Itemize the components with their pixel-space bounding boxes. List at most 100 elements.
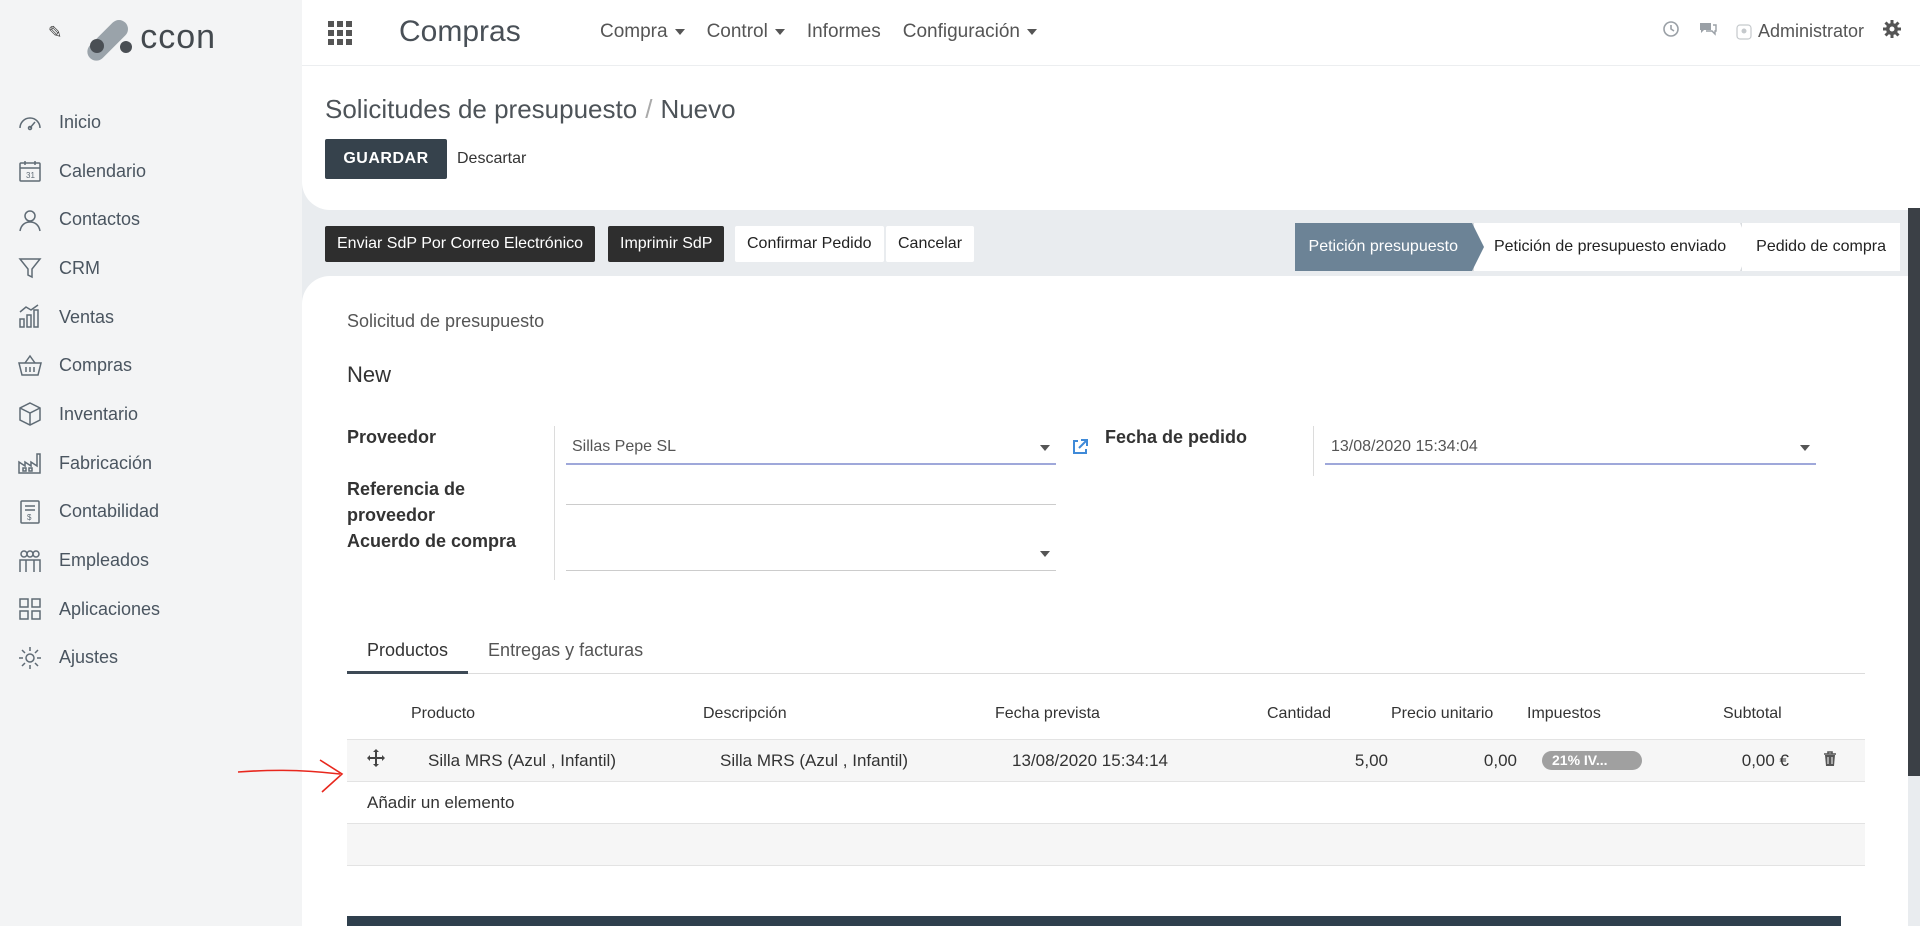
sidebar-item-label: Compras: [59, 355, 133, 376]
user-icon: [16, 206, 44, 234]
label-fecha: Fecha de pedido: [1105, 427, 1248, 447]
col-cantidad[interactable]: Cantidad: [1267, 705, 1331, 723]
sidebar-item-calendario[interactable]: 31 Calendario: [16, 147, 160, 196]
sidebar-item-inventario[interactable]: Inventario: [16, 390, 160, 439]
tab-productos[interactable]: Productos: [347, 626, 469, 674]
scrollbar[interactable]: [1908, 208, 1920, 776]
sidebar-item-label: Contabilidad: [59, 501, 160, 522]
chevron-down-icon: [1040, 445, 1050, 451]
drag-handle-icon[interactable]: [367, 749, 385, 772]
col-impuestos[interactable]: Impuestos: [1527, 705, 1601, 723]
col-fecha-prevista[interactable]: Fecha prevista: [995, 705, 1100, 723]
sidebar-item-label: Contactos: [59, 209, 141, 230]
sidebar-item-label: Inventario: [59, 403, 139, 424]
stage-peticion-enviado[interactable]: Petición de presupuesto enviado: [1471, 223, 1751, 271]
chevron-down-icon: [1027, 29, 1037, 35]
user-name: Administrator: [1757, 21, 1864, 41]
clock-icon[interactable]: [1662, 20, 1680, 43]
menu-compra[interactable]: Compra: [600, 21, 685, 43]
sidebar-item-contactos[interactable]: Contactos: [16, 195, 160, 244]
breadcrumb-separator: /: [645, 94, 653, 124]
col-precio-unitario[interactable]: Precio unitario: [1391, 705, 1493, 723]
referencia-field[interactable]: [566, 471, 1056, 505]
add-line-link[interactable]: Añadir un elemento: [367, 793, 514, 813]
sidebar-item-empleados[interactable]: Empleados: [16, 536, 160, 585]
chevron-down-icon: [774, 29, 785, 35]
menu-control[interactable]: Control: [707, 21, 785, 43]
label-proveedor: Proveedor: [347, 427, 437, 447]
sidebar-item-fabricacion[interactable]: Fabricación: [16, 439, 160, 488]
settings-gear-icon[interactable]: [1882, 19, 1902, 44]
fecha-pedido-field[interactable]: 13/08/2020 15:34:04: [1325, 431, 1816, 465]
print-rfq-button[interactable]: Imprimir SdP: [608, 226, 725, 262]
brand: ✎ ccon: [48, 10, 217, 65]
label-acuerdo: Acuerdo de compra: [347, 531, 517, 551]
add-line-row: Añadir un elemento: [347, 782, 1865, 824]
sidebar-item-label: CRM: [59, 257, 100, 278]
col-producto[interactable]: Producto: [411, 705, 475, 723]
sidebar-item-inicio[interactable]: Inicio: [16, 98, 160, 147]
line-subtotal: 0,00 €: [1741, 751, 1789, 770]
app-title: Compras: [399, 15, 521, 48]
basket-icon: [16, 352, 44, 380]
box-icon: [16, 400, 44, 428]
chevron-down-icon: [674, 29, 685, 35]
footer-bar: [347, 916, 1841, 926]
notebook-tabs: Productos Entregas y facturas: [347, 626, 1865, 674]
stage-peticion-presupuesto[interactable]: Petición presupuesto: [1294, 223, 1485, 271]
confirm-order-button[interactable]: Confirmar Pedido: [735, 226, 884, 262]
sidebar-item-ventas[interactable]: Ventas: [16, 293, 160, 342]
divider: [1313, 426, 1314, 476]
brand-logo: [83, 11, 146, 65]
menu-configuracion[interactable]: Configuración: [903, 21, 1037, 43]
document-subtitle: Solicitud de presupuesto: [347, 311, 545, 331]
dashboard-icon: [16, 108, 44, 136]
tax-badge[interactable]: 21% IV...: [1542, 751, 1642, 770]
send-rfq-email-button[interactable]: Enviar SdP Por Correo Electrónico: [325, 226, 596, 262]
label-referencia: Referencia de proveedor: [347, 479, 466, 525]
form-sheet: Solicitud de presupuesto New Proveedor R…: [302, 276, 1908, 926]
line-precio[interactable]: 0,00: [1417, 751, 1517, 771]
tab-entregas-facturas[interactable]: Entregas y facturas: [468, 626, 663, 674]
col-subtotal[interactable]: Subtotal: [1723, 705, 1782, 723]
line-descripcion[interactable]: Silla MRS (Azul , Infantil): [720, 751, 908, 771]
document-name: New: [347, 362, 392, 387]
chevron-down-icon: [1040, 551, 1050, 557]
line-fecha-prevista[interactable]: 13/08/2020 15:34:14: [1012, 751, 1168, 771]
factory-icon: [16, 449, 44, 477]
discard-button[interactable]: Descartar: [457, 139, 526, 179]
calendar-icon: 31: [16, 157, 44, 185]
proveedor-field[interactable]: Sillas Pepe SL: [566, 431, 1056, 465]
status-bar: Enviar SdP Por Correo Electrónico Imprim…: [302, 210, 1920, 276]
trash-icon[interactable]: [1823, 751, 1837, 772]
edit-icon[interactable]: ✎: [48, 23, 62, 43]
save-button[interactable]: GUARDAR: [325, 139, 447, 179]
empty-row: [347, 824, 1865, 866]
sidebar-item-label: Aplicaciones: [59, 598, 161, 619]
stage-pedido-compra[interactable]: Pedido de compra: [1740, 223, 1900, 271]
sidebar-item-compras[interactable]: Compras: [16, 341, 160, 390]
user-menu[interactable]: Administrator: [1736, 21, 1864, 42]
col-descripcion[interactable]: Descripción: [703, 705, 787, 723]
sidebar-item-aplicaciones[interactable]: Aplicaciones: [16, 585, 160, 634]
external-link-icon[interactable]: [1070, 437, 1090, 457]
brand-text: ccon: [140, 17, 217, 56]
line-cantidad[interactable]: 5,00: [1298, 751, 1388, 771]
people-icon: [16, 547, 44, 575]
sidebar-item-label: Inicio: [59, 111, 102, 132]
acuerdo-field[interactable]: [566, 537, 1056, 571]
sidebar-item-crm[interactable]: CRM: [16, 244, 160, 293]
line-producto[interactable]: Silla MRS (Azul , Infantil): [428, 751, 616, 771]
sidebar-item-contabilidad[interactable]: $ Contabilidad: [16, 488, 160, 537]
main-menu: Compra Control Informes Configuración: [600, 21, 1037, 43]
status-stages: Petición presupuesto Petición de presupu…: [1294, 223, 1900, 271]
chat-icon[interactable]: [1698, 20, 1718, 43]
table-row[interactable]: Silla MRS (Azul , Infantil) Silla MRS (A…: [347, 740, 1865, 782]
sidebar-item-ajustes[interactable]: Ajustes: [16, 634, 160, 683]
apps-menu-icon[interactable]: [328, 21, 352, 45]
menu-informes[interactable]: Informes: [807, 21, 881, 43]
avatar: [1736, 23, 1752, 40]
breadcrumb-parent[interactable]: Solicitudes de presupuesto: [325, 94, 637, 124]
cancel-button[interactable]: Cancelar: [886, 226, 975, 262]
sidebar-item-label: Fabricación: [59, 452, 153, 473]
